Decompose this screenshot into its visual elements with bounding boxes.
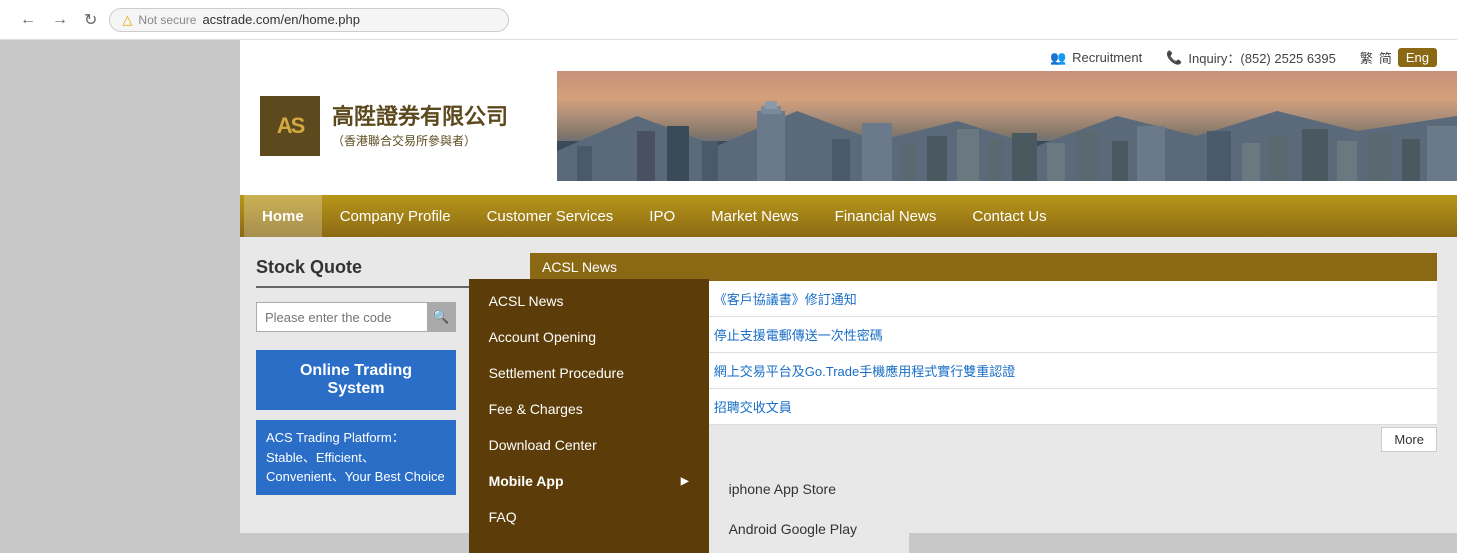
nav-ipo[interactable]: IPO bbox=[631, 195, 693, 237]
nav-company-profile[interactable]: Company Profile bbox=[322, 195, 469, 237]
content-area: 👥 Recruitment 📞 Inquiry：(852) 2525 6395 … bbox=[240, 40, 1457, 533]
nav-bar-inner: Home Company Profile Customer Services A… bbox=[244, 195, 1453, 237]
nav-market-news[interactable]: Market News bbox=[693, 195, 817, 237]
mobile-app-label: Mobile App bbox=[489, 473, 564, 489]
browser-chrome: ← → ↻ △ Not secure acstrade.com/en/home.… bbox=[0, 0, 1457, 40]
url-text: acstrade.com/en/home.php bbox=[202, 12, 360, 27]
url-bar[interactable]: △ Not secure acstrade.com/en/home.php bbox=[109, 8, 509, 32]
android-play-label: Android Google Play bbox=[729, 521, 857, 537]
platform-desc: ACS Trading Platform： Stable、Efficient、C… bbox=[256, 420, 456, 495]
more-button[interactable]: More bbox=[1381, 427, 1437, 452]
logo-text-area: 高陞證券有限公司 （香港聯合交易所參與者） bbox=[332, 103, 508, 149]
search-icon: 🔍 bbox=[433, 309, 450, 325]
decorative-sidebar bbox=[0, 40, 240, 533]
inquiry-item: 📞 Inquiry：(852) 2525 6395 bbox=[1166, 48, 1336, 67]
dropdown-container: ACSL News Account Opening Settlement Pro… bbox=[469, 279, 909, 553]
account-opening-label: Account Opening bbox=[489, 329, 596, 345]
nav-financial-news[interactable]: Financial News bbox=[817, 195, 955, 237]
dropdown-account-opening[interactable]: Account Opening bbox=[469, 319, 709, 355]
site-header: 👥 Recruitment 📞 Inquiry：(852) 2525 6395 … bbox=[240, 40, 1457, 195]
nav-bar: Home Company Profile Customer Services A… bbox=[240, 195, 1457, 237]
phone-icon: 📞 bbox=[1166, 50, 1182, 66]
news-header-cell: ACSL News bbox=[530, 253, 1437, 281]
inquiry-label: Inquiry：(852) 2525 6395 bbox=[1188, 48, 1335, 67]
not-secure-text: Not secure bbox=[138, 13, 196, 27]
stock-code-input[interactable] bbox=[257, 304, 427, 331]
fee-charges-label: Fee & Charges bbox=[489, 401, 583, 417]
faq-label: FAQ bbox=[489, 509, 517, 525]
settlement-label: Settlement Procedure bbox=[489, 365, 624, 381]
recruitment-label: Recruitment bbox=[1072, 50, 1142, 65]
nav-contact-us[interactable]: Contact Us bbox=[954, 195, 1064, 237]
city-background bbox=[557, 71, 1457, 181]
dropdown-acsl-news[interactable]: ACSL News bbox=[469, 283, 709, 319]
header-top: 👥 Recruitment 📞 Inquiry：(852) 2525 6395 … bbox=[240, 40, 1457, 71]
header-body: AS 高陞證券有限公司 （香港聯合交易所參與者） bbox=[240, 71, 1457, 181]
dropdown-download-center[interactable]: Download Center bbox=[469, 427, 709, 463]
back-button[interactable]: ← bbox=[16, 9, 40, 31]
nav-customer-services[interactable]: Customer Services ACSL News Account Open… bbox=[469, 195, 632, 237]
header-background bbox=[557, 71, 1457, 181]
lang-en-button[interactable]: Eng bbox=[1398, 48, 1437, 67]
download-center-label: Download Center bbox=[489, 437, 597, 453]
company-name-cn: 高陞證券有限公司 bbox=[332, 103, 508, 132]
warning-icon: △ bbox=[122, 12, 132, 28]
skyline-svg bbox=[557, 101, 1457, 181]
dropdown-primary: ACSL News Account Opening Settlement Pro… bbox=[469, 279, 709, 553]
dropdown-secondary: iphone App Store Android Google Play bbox=[709, 465, 909, 553]
logo-box: AS bbox=[260, 96, 320, 156]
logo-area: AS 高陞證券有限公司 （香港聯合交易所參與者） bbox=[240, 86, 580, 166]
logo-letters: AS bbox=[277, 113, 304, 139]
dropdown-settlement[interactable]: Settlement Procedure bbox=[469, 355, 709, 391]
lang-tc-button[interactable]: 繁 bbox=[1360, 48, 1373, 67]
language-options: 繁 简 Eng bbox=[1360, 48, 1437, 67]
lang-sc-button[interactable]: 简 bbox=[1379, 48, 1392, 67]
main-wrapper: 👥 Recruitment 📞 Inquiry：(852) 2525 6395 … bbox=[0, 40, 1457, 533]
refresh-button[interactable]: ↻ bbox=[80, 8, 101, 32]
forward-button[interactable]: → bbox=[48, 9, 72, 31]
recruitment-item: 👥 Recruitment bbox=[1050, 50, 1142, 66]
search-button[interactable]: 🔍 bbox=[427, 303, 455, 331]
dropdown-faq[interactable]: FAQ bbox=[469, 499, 709, 535]
dropdown-android-play[interactable]: Android Google Play bbox=[709, 509, 909, 549]
news-header-row: ACSL News bbox=[530, 253, 1437, 281]
people-icon: 👥 bbox=[1050, 50, 1066, 66]
acsl-news-label: ACSL News bbox=[489, 293, 564, 309]
iphone-store-label: iphone App Store bbox=[729, 481, 836, 497]
dropdown-iphone-store[interactable]: iphone App Store bbox=[709, 469, 909, 509]
dropdown-mobile-app[interactable]: Mobile App bbox=[469, 463, 709, 499]
company-sub-cn: （香港聯合交易所參與者） bbox=[332, 132, 508, 149]
dropdown-fee-charges[interactable]: Fee & Charges bbox=[469, 391, 709, 427]
online-trading-button[interactable]: Online Trading System bbox=[256, 350, 456, 410]
search-row: 🔍 bbox=[256, 302, 456, 332]
nav-home[interactable]: Home bbox=[244, 195, 322, 237]
stock-quote-title: Stock Quote bbox=[256, 257, 494, 288]
nav-customer-services-label: Customer Services bbox=[487, 208, 614, 225]
